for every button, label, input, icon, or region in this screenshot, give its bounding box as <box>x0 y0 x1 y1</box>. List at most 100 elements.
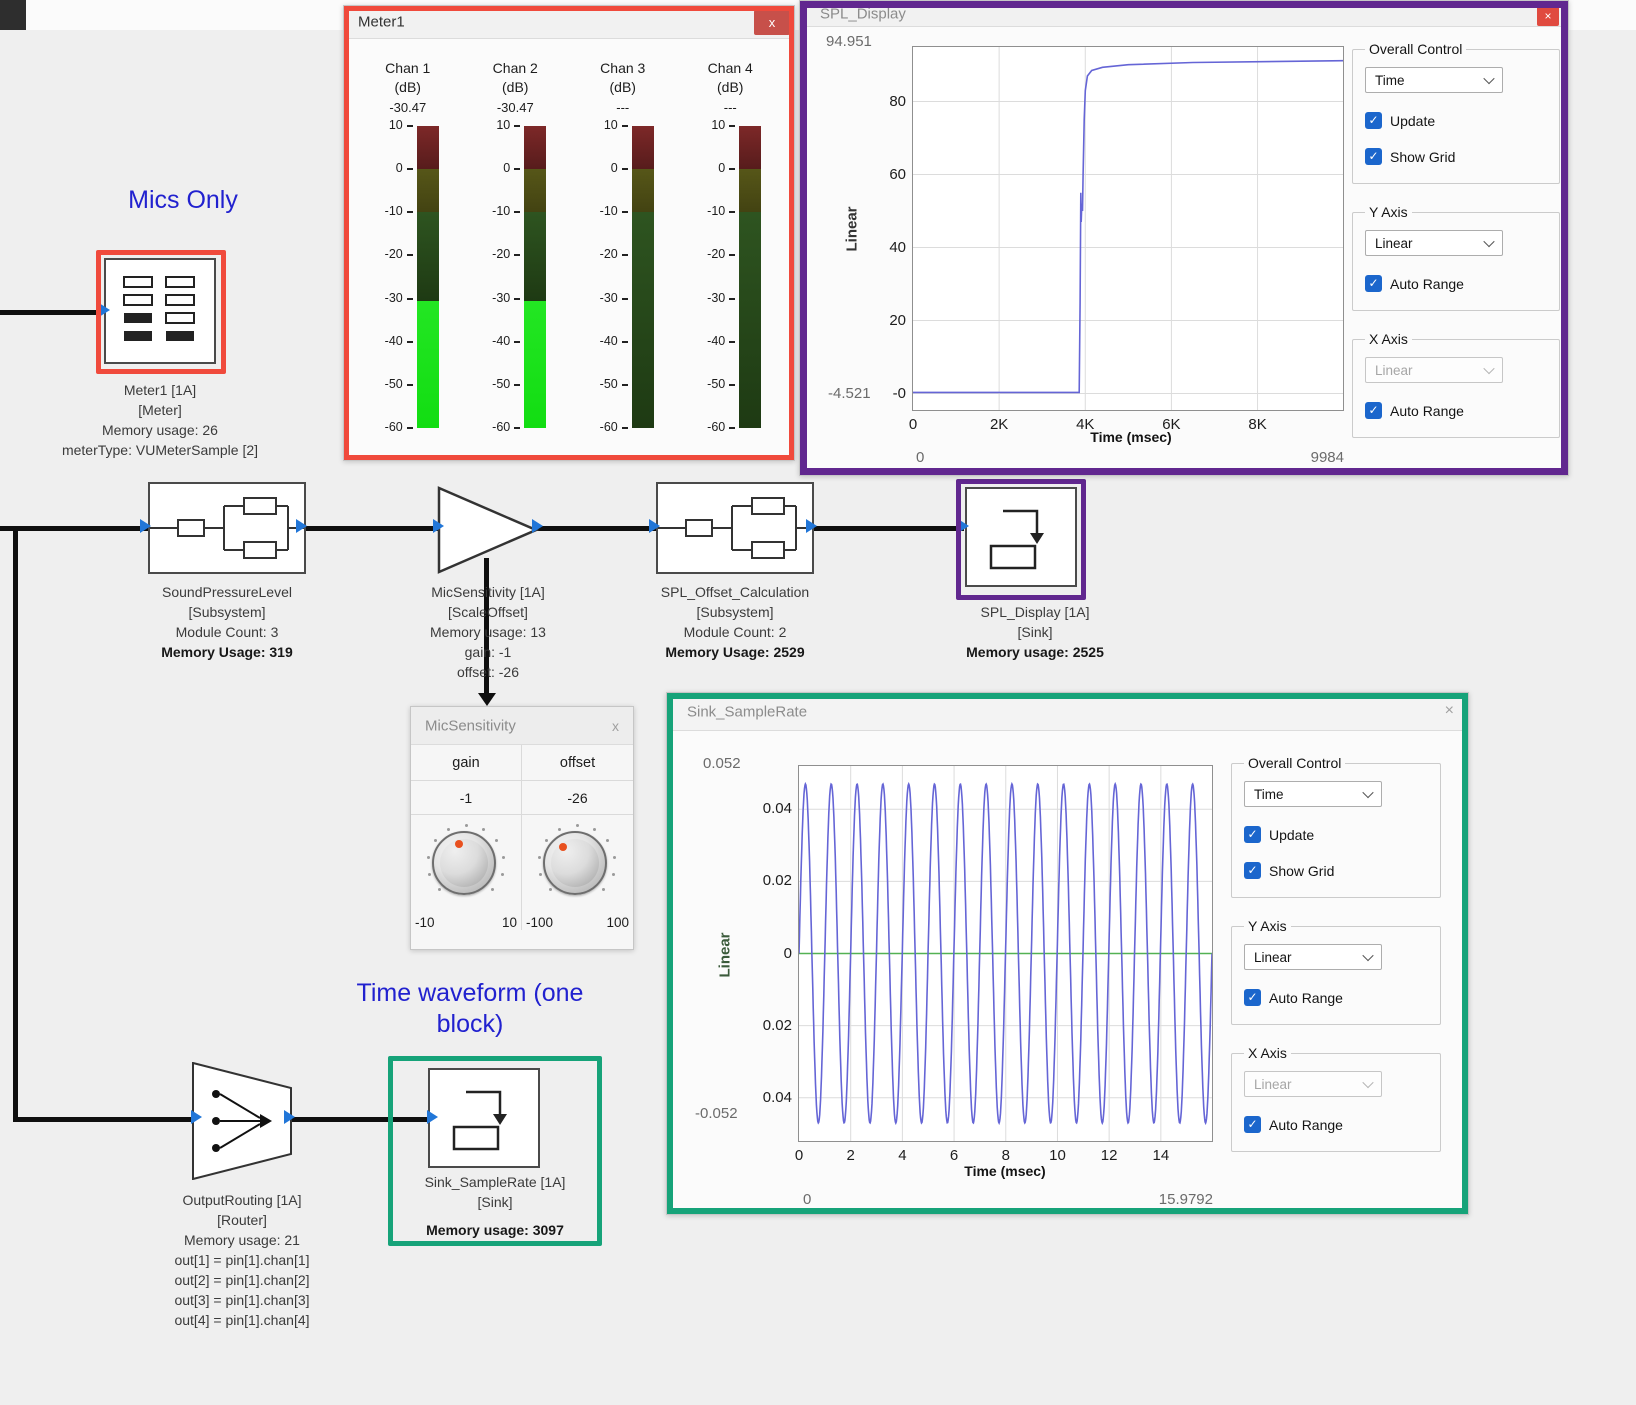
dropdown-value: Linear <box>1375 236 1413 251</box>
checkbox-label: Update <box>1269 827 1314 843</box>
show-grid-checkbox[interactable]: ✓ Show Grid <box>1244 862 1428 879</box>
x-axis-title: Time (msec) <box>1076 429 1186 445</box>
y-auto-range-checkbox[interactable]: ✓ Auto Range <box>1365 275 1547 292</box>
checkbox-label: Auto Range <box>1390 276 1464 292</box>
sink-samplerate-block-label: Sink_SampleRate [1A][Sink]Memory usage: … <box>398 1172 592 1240</box>
micsensitivity-window-titlebar[interactable]: MicSensitivity x <box>411 707 633 745</box>
channel-value: -30.47 <box>497 100 534 118</box>
x-axis-scale-dropdown[interactable]: Linear <box>1365 357 1503 383</box>
block-mic-sensitivity[interactable] <box>437 486 539 574</box>
block-sink-samplerate[interactable] <box>428 1068 540 1168</box>
output-port-icon <box>296 519 307 533</box>
scale-offset-triangle-icon <box>439 488 536 572</box>
mic-sensitivity-block-label: MicSensitivity [1A][ScaleOffset]Memory u… <box>398 582 578 682</box>
output-port-icon <box>284 1110 295 1124</box>
knob-value: -26 <box>522 781 633 815</box>
channel-value: -30.47 <box>389 100 426 118</box>
meter1-window-titlebar[interactable]: Meter1 x <box>344 6 794 39</box>
sink-samplerate-window-titlebar[interactable]: Sink_SampleRate × <box>667 693 1468 731</box>
checkbox-checked-icon: ✓ <box>1244 826 1261 843</box>
spl-control-panel: Overall Control Time ✓ Update ✓ Show Gri… <box>1352 41 1560 438</box>
y-min-readout: -0.052 <box>695 1105 738 1122</box>
y-auto-range-checkbox[interactable]: ✓ Auto Range <box>1244 989 1428 1006</box>
checkbox-label: Auto Range <box>1269 1117 1343 1133</box>
block-sound-pressure-level[interactable] <box>148 482 306 574</box>
update-checkbox[interactable]: ✓ Update <box>1365 112 1547 129</box>
checkbox-label: Auto Range <box>1390 403 1464 419</box>
checkbox-checked-icon: ✓ <box>1365 402 1382 419</box>
spl-offset-calculation-block-label: SPL_Offset_Calculation[Subsystem]Module … <box>635 582 835 662</box>
x-axis-group: X Axis Linear ✓ Auto Range <box>1231 1045 1441 1152</box>
gain-knob[interactable] <box>432 831 496 895</box>
block-spl-offset-calculation[interactable] <box>656 482 814 574</box>
input-port-icon <box>433 519 444 533</box>
channel-value: --- <box>616 100 629 118</box>
y-max-readout: 0.052 <box>703 755 741 772</box>
x-end-readout: 15.9792 <box>1117 1191 1213 1208</box>
block-spl-display[interactable] <box>965 487 1077 587</box>
sink-plot-canvas <box>799 766 1212 1141</box>
close-button[interactable]: x <box>754 10 790 35</box>
y-axis-legend: Y Axis <box>1365 204 1412 220</box>
window-title: Meter1 <box>358 14 405 31</box>
x-auto-range-checkbox[interactable]: ✓ Auto Range <box>1244 1116 1428 1133</box>
meter-channel-list: Chan 1(dB)-30.47100-10-20-30-40-50-60 Cha… <box>344 39 794 438</box>
sink-samplerate-window: Sink_SampleRate × 0.052 -0.052 Linear 0.… <box>666 692 1469 1215</box>
meter-bar <box>524 126 546 428</box>
chevron-down-icon <box>1362 787 1373 798</box>
mics-only-label: Mics Only <box>88 185 278 216</box>
y-axis-scale-dropdown[interactable]: Linear <box>1365 230 1503 256</box>
input-port-icon <box>958 519 969 533</box>
block-output-routing[interactable] <box>192 1062 292 1180</box>
y-max-readout: 94.951 <box>826 33 872 50</box>
chevron-down-icon <box>1362 950 1373 961</box>
block-meter1[interactable] <box>104 258 216 364</box>
spl-display-block-label: SPL_Display [1A][Sink]Memory usage: 2525 <box>945 602 1125 662</box>
x-start-readout: 0 <box>916 449 924 466</box>
wire <box>0 526 148 531</box>
update-checkbox[interactable]: ✓ Update <box>1244 826 1428 843</box>
chevron-down-icon <box>1483 236 1494 247</box>
y-axis-group: Y Axis Linear ✓ Auto Range <box>1352 204 1560 311</box>
window-title: MicSensitivity <box>425 717 516 734</box>
offset-knob[interactable] <box>543 831 607 895</box>
input-port-icon <box>140 519 151 533</box>
wire <box>13 526 18 1122</box>
meter1-window: Meter1 x Chan 1(dB)-30.47100-10-20-30-40… <box>343 5 795 461</box>
close-button[interactable]: x <box>612 716 619 736</box>
close-button[interactable]: × <box>1537 6 1559 26</box>
knob-indicator <box>559 843 567 851</box>
wire <box>0 310 101 315</box>
time-display-dropdown[interactable]: Time <box>1244 781 1382 807</box>
knob-max: 100 <box>606 915 629 930</box>
micsensitivity-window: MicSensitivity x gain-1-1010offset-26-10… <box>410 706 634 950</box>
wire <box>13 1117 197 1122</box>
show-grid-checkbox[interactable]: ✓ Show Grid <box>1365 148 1547 165</box>
knob-min: -10 <box>415 915 435 930</box>
meter-channel: Chan 3(dB)---100-10-20-30-40-50-60 <box>569 59 677 438</box>
sink-control-panel: Overall Control Time ✓ Update ✓ Show Gri… <box>1231 755 1441 1152</box>
channel-name: Chan 4(dB) <box>708 59 753 97</box>
sound-pressure-level-block-label: SoundPressureLevel[Subsystem]Module Coun… <box>127 582 327 662</box>
overall-control-group: Overall Control Time ✓ Update ✓ Show Gri… <box>1231 755 1441 898</box>
close-button[interactable]: × <box>1445 701 1454 721</box>
meter-channel: Chan 1(dB)-30.47100-10-20-30-40-50-60 <box>354 59 462 438</box>
y-axis-scale-dropdown[interactable]: Linear <box>1244 944 1382 970</box>
sink-icon <box>432 1072 536 1164</box>
time-waveform-label: Time waveform (one block) <box>320 978 620 1040</box>
y-min-readout: -4.521 <box>828 385 871 402</box>
checkbox-label: Show Grid <box>1269 863 1334 879</box>
channel-value: --- <box>724 100 737 118</box>
spl-plot-canvas <box>913 47 1343 410</box>
x-auto-range-checkbox[interactable]: ✓ Auto Range <box>1365 402 1547 419</box>
y-axis-group: Y Axis Linear ✓ Auto Range <box>1231 918 1441 1025</box>
input-port-icon <box>427 1110 438 1124</box>
input-port-icon <box>99 303 110 317</box>
channel-name: Chan 2(dB) <box>493 59 538 97</box>
time-display-dropdown[interactable]: Time <box>1365 67 1503 93</box>
x-axis-scale-dropdown[interactable]: Linear <box>1244 1071 1382 1097</box>
spl-display-window-titlebar[interactable]: SPL_Display × <box>800 1 1568 27</box>
knob-indicator <box>455 840 463 848</box>
checkbox-checked-icon: ✓ <box>1365 112 1382 129</box>
knob-columns: gain-1-1010offset-26-100100 <box>411 745 633 930</box>
